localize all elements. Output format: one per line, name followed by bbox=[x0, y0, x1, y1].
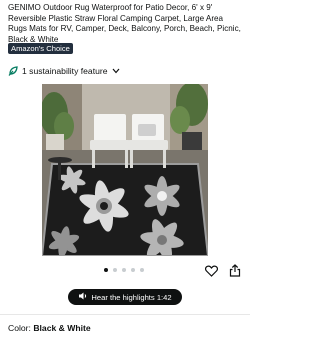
sustainability-feature[interactable]: 1 sustainability feature bbox=[8, 64, 120, 77]
sustainability-label: 1 sustainability feature bbox=[22, 65, 108, 76]
badge-suffix: Choice bbox=[46, 44, 70, 53]
color-label: Color: bbox=[8, 323, 31, 333]
share-icon[interactable] bbox=[229, 264, 241, 282]
product-image[interactable] bbox=[42, 84, 208, 256]
divider bbox=[0, 314, 250, 315]
rug bbox=[42, 163, 208, 256]
badge-prefix: Amazon's bbox=[11, 44, 45, 53]
audio-wave-icon bbox=[78, 292, 88, 302]
carousel-dot-5[interactable] bbox=[140, 268, 144, 272]
hear-highlights-button[interactable]: Hear the highlights 1:42 bbox=[68, 289, 182, 305]
carousel-dot-4[interactable] bbox=[131, 268, 135, 272]
carousel-dot-1[interactable] bbox=[104, 268, 108, 272]
amazons-choice-badge[interactable]: Amazon's Choice bbox=[8, 43, 73, 54]
image-carousel-dots[interactable] bbox=[104, 268, 144, 272]
heart-icon[interactable] bbox=[204, 264, 219, 282]
carousel-dot-2[interactable] bbox=[113, 268, 117, 272]
carousel-dot-3[interactable] bbox=[122, 268, 126, 272]
color-value: Black & White bbox=[33, 323, 91, 333]
hear-highlights-label: Hear the highlights 1:42 bbox=[91, 292, 172, 302]
product-title: GENIMO Outdoor Rug Waterproof for Patio … bbox=[8, 3, 241, 44]
chevron-down-icon bbox=[112, 68, 120, 74]
color-variation[interactable]: Color: Black & White bbox=[8, 323, 91, 333]
leaf-icon bbox=[8, 65, 18, 76]
